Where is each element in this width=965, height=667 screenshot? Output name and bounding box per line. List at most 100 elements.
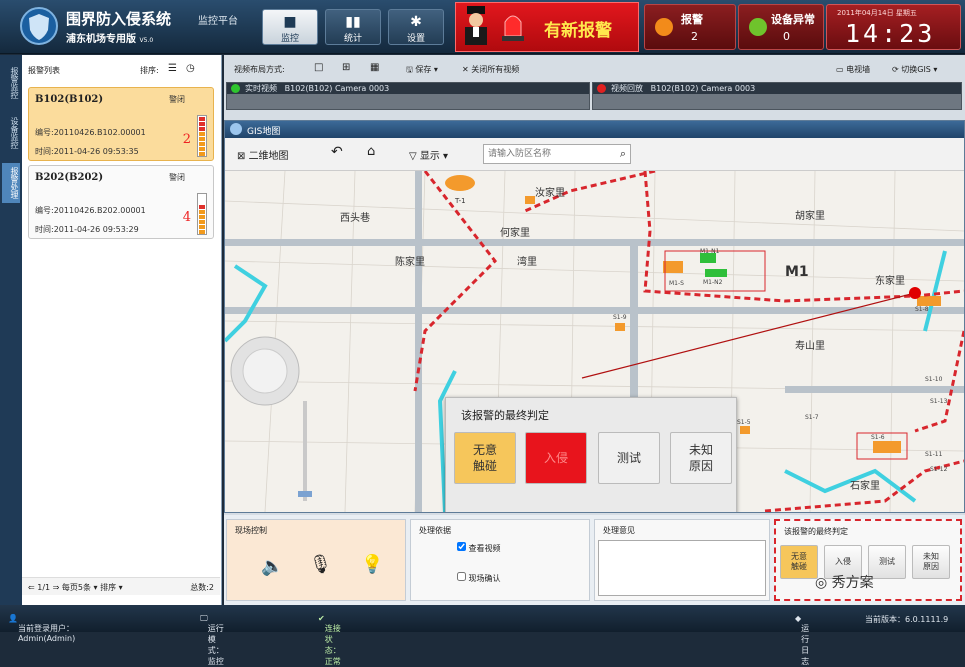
opinion-textarea[interactable] (598, 540, 766, 596)
main-area: 视频布局方式: □ ⊞ ▦ 🖫 保存 ▾ ✕ 关闭所有视频 ▭ 电视墙 ⟳ 切换… (224, 55, 965, 605)
unintended-touch-button[interactable]: 无意 触碰 (454, 432, 516, 484)
time-label: 时间: (35, 147, 54, 156)
gis-map-window: GIS地图 ⊠ 二维地图 ↶ ⌂ ▽ 显示 ▾ ⌕ (224, 120, 965, 513)
mini-unknown-cause-button[interactable]: 未知 原因 (912, 545, 950, 579)
view-video-label: 查看视频 (468, 544, 501, 553)
connection-status: ✔ 连接状态：正常 (318, 614, 341, 666)
view-video-checkbox[interactable] (457, 542, 466, 551)
nav-stats-label: 统计 (343, 34, 362, 44)
siren-icon (502, 15, 524, 41)
run-log-button[interactable]: ◆ 运行日志 (795, 614, 809, 666)
bar-chart-icon: ▮▮ (345, 14, 361, 30)
tab-alarm-monitor[interactable]: 报警监控 (2, 63, 20, 103)
meter-segment (199, 152, 205, 156)
camera-title-bar: 实时视频 B102(B102) Camera 0003 (227, 83, 589, 94)
mini-unintended-touch-button[interactable]: 无意 触碰 (780, 545, 818, 579)
version-info: 当前版本：6.0.1111.9 (865, 615, 949, 624)
light-bulb-icon[interactable]: 💡 (361, 554, 383, 575)
map-2d-button[interactable]: ⊠ 二维地图 (237, 147, 289, 162)
tv-wall-button[interactable]: ▭ 电视墙 (836, 64, 870, 75)
save-button[interactable]: 🖫 保存 ▾ (406, 64, 438, 78)
alarm-level-meter (197, 193, 207, 235)
tab-device-monitor[interactable]: 设备监控 (2, 113, 20, 153)
mini-test-button[interactable]: 测试 (868, 545, 906, 579)
alarm-card-status: 警闭 (169, 173, 185, 182)
playback-status-dot (597, 84, 606, 93)
video-toolbar: 视频布局方式: □ ⊞ ▦ 🖫 保存 ▾ ✕ 关闭所有视频 ▭ 电视墙 ⟳ 切换… (224, 62, 965, 78)
zone-label: S1-7 (805, 414, 819, 421)
gis-map-canvas[interactable]: 汝家里 西头巷 何家里 陈家里 湾里 胡家里 东家里 寿山里 石家里 M1 T-… (225, 171, 964, 512)
intrusion-button[interactable]: 入侵 (525, 432, 587, 484)
alarm-count-value: 2 (691, 30, 698, 43)
shield-logo-icon (20, 7, 58, 45)
site-confirm-checkbox[interactable] (457, 572, 466, 581)
gis-title-bar: GIS地图 (225, 121, 964, 138)
display-menu-button[interactable]: ▽ 显示 ▾ (409, 147, 448, 162)
tab-alarm-handling[interactable]: 报警处理 (2, 163, 20, 203)
zone-label: S1-6 (871, 434, 885, 441)
watermark-text: 秀方案 (831, 575, 874, 591)
vertical-tab-strip: 报警监控 设备监控 报警处理 (0, 55, 22, 605)
nav-monitor-button[interactable]: ■ 监控 (262, 9, 318, 45)
clock-sort-icon[interactable]: ◷ (186, 63, 195, 74)
site-confirm-label: 现场确认 (468, 574, 501, 583)
alarm-card[interactable]: B102(B102) 警闭 编号:20110426.B102.00001 时间:… (28, 87, 214, 161)
tv-wall-label: 电视墙 (846, 65, 871, 74)
per-page-select[interactable]: 每页5条 (62, 583, 91, 592)
undo-icon[interactable]: ↶ (331, 144, 343, 160)
alarm-count-box[interactable]: 报警 2 (644, 4, 736, 50)
home-icon[interactable]: ⌂ (367, 144, 375, 159)
meter-segment (199, 195, 205, 199)
zone-label-t1: T-1 (454, 197, 466, 205)
layout-1x1-icon[interactable]: □ (314, 62, 323, 73)
id-value: 20110426.B102.00001 (53, 128, 146, 137)
list-view-icon[interactable]: ☰ (168, 63, 177, 74)
test-button[interactable]: 测试 (598, 432, 660, 484)
field-control-panel: 现场控制 🔈 🎙 💡 (226, 519, 406, 601)
microphone-icon[interactable]: 🎙 (309, 554, 332, 575)
nav-settings-button[interactable]: ✱ 设置 (388, 9, 444, 45)
zone-label: S1-12 (930, 466, 948, 473)
nav-stats-button[interactable]: ▮▮ 统计 (325, 9, 381, 45)
site-confirm-option[interactable]: 现场确认 (457, 572, 501, 584)
prev-page-button[interactable]: ⇐ (28, 583, 37, 592)
alarm-list-header: 报警列表 排序: ☰ ◷ (22, 62, 220, 78)
id-label: 编号: (35, 128, 54, 137)
time-value: 2011-04-26 09:53:29 (53, 225, 139, 234)
layout-3x3-icon[interactable]: ▦ (370, 62, 379, 73)
close-all-videos-button[interactable]: ✕ 关闭所有视频 (462, 64, 519, 75)
zone-label: M1-N1 (700, 248, 720, 255)
alarm-card-id: 编号:20110426.B202.00001 (35, 205, 146, 216)
layout-label: 视频布局方式: (234, 65, 285, 74)
next-page-button[interactable]: ⇒ (50, 583, 62, 592)
layout-2x2-icon[interactable]: ⊞ (342, 62, 350, 73)
clock-time: 14:23 (845, 19, 936, 48)
device-error-box[interactable]: 设备异常 0 (738, 4, 824, 50)
alarm-card[interactable]: B202(B202) 警闭 编号:20110426.B202.00001 时间:… (28, 165, 214, 239)
meter-segment (199, 117, 205, 121)
camera-view-live[interactable]: 实时视频 B102(B102) Camera 0003 (226, 82, 590, 110)
meter-segment (199, 220, 205, 224)
search-icon[interactable]: ⌕ (620, 147, 626, 161)
zone-label-m1: M1 (785, 264, 809, 280)
sort-select[interactable]: 排序 (100, 583, 116, 592)
page-indicator: 1/1 (37, 583, 51, 592)
zone-search-input[interactable] (484, 145, 604, 163)
camera-name: B102(B102) Camera 0003 (284, 84, 390, 93)
view-video-option[interactable]: 查看视频 (457, 542, 501, 554)
alarm-location-dot[interactable] (909, 287, 921, 299)
nav-monitor-label: 监控 (280, 34, 299, 44)
speaker-icon[interactable]: 🔈 (261, 556, 283, 577)
zone-label: M1-N2 (703, 279, 723, 286)
final-judgment-dialog: 该报警的最终判定 无意 触碰 入侵 测试 未知 原因 (445, 397, 737, 512)
id-value: 20110426.B202.00001 (53, 206, 146, 215)
guard-figure-icon (465, 6, 487, 45)
zone-label: M1-S (669, 280, 684, 287)
map-2d-label: 二维地图 (248, 151, 289, 162)
field-control-title: 现场控制 (235, 526, 267, 535)
place-label: 石家里 (850, 479, 880, 492)
unknown-cause-button[interactable]: 未知 原因 (670, 432, 732, 484)
camera-view-playback[interactable]: 视频回放 B102(B102) Camera 0003 (592, 82, 962, 110)
mini-judgment-title: 该报警的最终判定 (784, 527, 848, 536)
switch-gis-button[interactable]: ⟳ 切换GIS ▾ (892, 64, 937, 75)
